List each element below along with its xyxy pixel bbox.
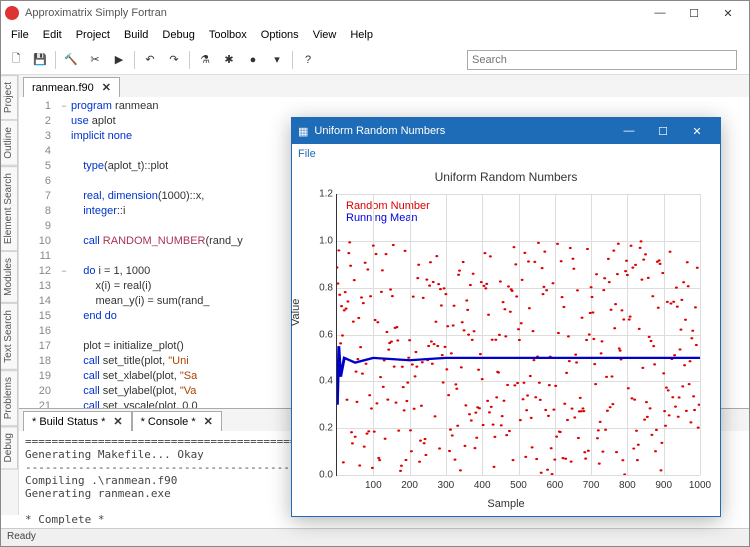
- plot-axes: 0.00.20.40.60.81.01.21002003004005006007…: [336, 194, 700, 476]
- menu-project[interactable]: Project: [70, 27, 116, 43]
- sidetab-modules[interactable]: Modules: [1, 251, 18, 303]
- close-button[interactable]: ✕: [711, 2, 745, 24]
- redo-icon[interactable]: ↷: [163, 49, 185, 71]
- plot-file-menu[interactable]: File: [298, 148, 316, 160]
- plot-icon: ▦: [298, 125, 308, 138]
- run-icon[interactable]: ▶: [108, 49, 130, 71]
- app-logo-icon: [5, 6, 19, 20]
- new-icon[interactable]: 🗋: [5, 49, 27, 71]
- gear-icon[interactable]: ✱: [218, 49, 240, 71]
- undo-icon[interactable]: ↶: [139, 49, 161, 71]
- close-tab-icon[interactable]: ✕: [102, 81, 111, 94]
- plot-ylabel: Value: [290, 299, 302, 326]
- menu-options[interactable]: Options: [255, 27, 305, 43]
- sidetab-project[interactable]: Project: [1, 75, 18, 120]
- search-input[interactable]: [467, 50, 737, 70]
- app-title: Approximatrix Simply Fortran: [25, 7, 167, 19]
- sidetab-problems[interactable]: Problems: [1, 370, 18, 426]
- plot-xlabel: Sample: [487, 498, 524, 510]
- plot-maximize-button[interactable]: ☐: [646, 119, 680, 143]
- menu-help[interactable]: Help: [344, 27, 379, 43]
- save-icon[interactable]: 💾: [29, 49, 51, 71]
- bottom-tab[interactable]: * Build Status *✕: [23, 411, 132, 431]
- plot-close-button[interactable]: ✕: [680, 119, 714, 143]
- plot-window-title: Uniform Random Numbers: [314, 125, 445, 137]
- chevron-down-icon[interactable]: ▾: [266, 49, 288, 71]
- dot-icon[interactable]: ●: [242, 49, 264, 71]
- menu-build[interactable]: Build: [118, 27, 154, 43]
- sidetab-element-search[interactable]: Element Search: [1, 166, 18, 251]
- bottom-tab[interactable]: * Console *✕: [132, 411, 222, 431]
- menu-view[interactable]: View: [307, 27, 343, 43]
- compile-icon[interactable]: ⚗: [194, 49, 216, 71]
- file-tab-label: ranmean.f90: [32, 82, 94, 94]
- build-icon[interactable]: 🔨: [60, 49, 82, 71]
- menu-file[interactable]: File: [5, 27, 35, 43]
- menu-toolbox[interactable]: Toolbox: [203, 27, 253, 43]
- plot-minimize-button[interactable]: —: [612, 119, 646, 143]
- plot-window[interactable]: ▦ Uniform Random Numbers — ☐ ✕ File Unif…: [291, 117, 721, 517]
- plot-title: Uniform Random Numbers: [292, 164, 720, 190]
- file-tab[interactable]: ranmean.f90 ✕: [23, 77, 120, 97]
- menu-debug[interactable]: Debug: [156, 27, 200, 43]
- minimize-button[interactable]: —: [643, 2, 677, 24]
- cut-icon[interactable]: ✂: [84, 49, 106, 71]
- help-icon[interactable]: ?: [297, 49, 319, 71]
- status-bar: Ready: [1, 528, 749, 546]
- maximize-button[interactable]: ☐: [677, 2, 711, 24]
- menu-edit[interactable]: Edit: [37, 27, 68, 43]
- sidetab-debug[interactable]: Debug: [1, 426, 18, 469]
- sidetab-outline[interactable]: Outline: [1, 120, 18, 166]
- sidetab-text-search[interactable]: Text Search: [1, 303, 18, 370]
